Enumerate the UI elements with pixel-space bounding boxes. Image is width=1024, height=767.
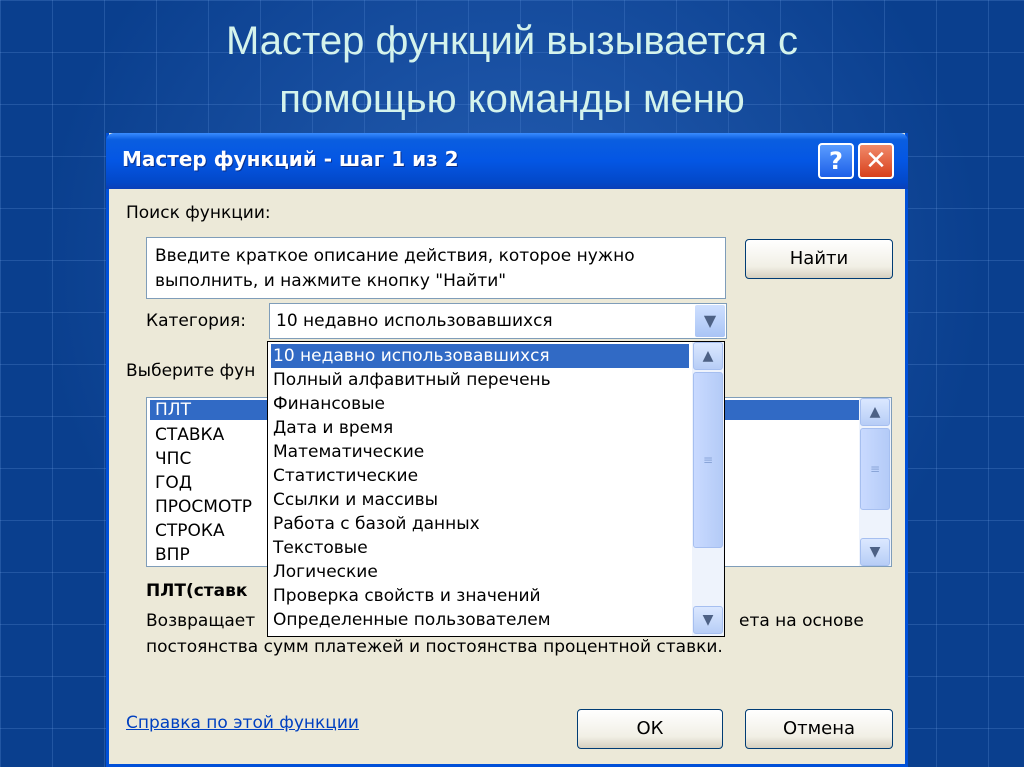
category-option[interactable]: Определенные пользователем xyxy=(271,608,551,632)
find-button[interactable]: Найти xyxy=(745,239,893,279)
category-dropdown-button[interactable]: ▼ xyxy=(695,305,725,337)
close-button[interactable]: ✕ xyxy=(858,143,894,179)
dropdown-scroll-down-button[interactable]: ▼ xyxy=(693,606,723,634)
category-dropdown-list[interactable]: 10 недавно использовавшихся Полный алфав… xyxy=(267,341,725,637)
function-wizard-dialog: Мастер функций - шаг 1 из 2 ? ✕ Поиск фу… xyxy=(106,133,908,767)
chevron-down-icon: ▼ xyxy=(869,544,881,560)
choose-function-label: Выберите фун xyxy=(126,361,256,381)
slide-title-line-1: Мастер функций вызывается с xyxy=(226,19,798,63)
function-description-end: ета на основе xyxy=(739,611,864,631)
dropdown-scroll-up-button[interactable]: ▲ xyxy=(693,342,723,370)
scroll-down-button[interactable]: ▼ xyxy=(860,538,890,566)
help-icon: ? xyxy=(829,147,843,175)
search-text-line-2: выполнить, и нажмите кнопку "Найти" xyxy=(155,271,507,291)
function-help-link[interactable]: Справка по этой функции xyxy=(126,713,359,733)
list-item[interactable]: ГОД xyxy=(155,473,192,493)
category-option[interactable]: Математические xyxy=(271,440,424,464)
category-option[interactable]: Ссылки и массивы xyxy=(271,488,438,512)
category-option[interactable]: Работа с базой данных xyxy=(271,512,480,536)
category-option[interactable]: Статистические xyxy=(271,464,418,488)
chevron-up-icon: ▲ xyxy=(869,404,881,420)
function-list-scrollbar[interactable]: ▲ ≡ ▼ xyxy=(859,398,891,566)
list-item[interactable]: СТАВКА xyxy=(155,425,224,445)
category-option[interactable]: 10 недавно использовавшихся xyxy=(271,344,689,368)
dropdown-scrollbar[interactable]: ▲ ≡ ▼ xyxy=(692,342,724,636)
category-option[interactable]: Текстовые xyxy=(271,536,368,560)
function-description-start: Возвращает xyxy=(146,611,256,631)
dialog-title: Мастер функций - шаг 1 из 2 xyxy=(122,147,459,171)
close-icon: ✕ xyxy=(865,146,887,176)
list-item[interactable]: ВПР xyxy=(155,545,190,565)
cancel-button[interactable]: Отмена xyxy=(745,709,893,749)
list-item[interactable]: СТРОКА xyxy=(155,521,225,541)
search-text-line-1: Введите краткое описание действия, котор… xyxy=(155,246,635,266)
grip-icon: ≡ xyxy=(702,453,714,467)
scroll-up-button[interactable]: ▲ xyxy=(860,398,890,426)
category-option[interactable]: Логические xyxy=(271,560,378,584)
chevron-down-icon: ▼ xyxy=(702,612,714,628)
chevron-down-icon: ▼ xyxy=(703,311,717,330)
category-label: Категория: xyxy=(146,311,246,331)
category-option[interactable]: Финансовые xyxy=(271,392,385,416)
list-item[interactable]: ПРОСМОТР xyxy=(155,497,252,517)
search-label: Поиск функции: xyxy=(126,203,271,223)
help-button[interactable]: ? xyxy=(818,143,854,179)
category-option[interactable]: Дата и время xyxy=(271,416,393,440)
function-description-line-2: постоянства сумм платежей и постоянства … xyxy=(146,637,723,657)
dropdown-scroll-thumb[interactable]: ≡ xyxy=(693,372,723,548)
category-option[interactable]: Проверка свойств и значений xyxy=(271,584,541,608)
list-item[interactable]: ЧПС xyxy=(155,449,191,469)
chevron-up-icon: ▲ xyxy=(702,348,714,364)
category-value: 10 недавно использовавшихся xyxy=(276,311,553,331)
scroll-thumb[interactable]: ≡ xyxy=(860,428,890,510)
dialog-titlebar[interactable]: Мастер функций - шаг 1 из 2 ? ✕ xyxy=(106,133,908,189)
search-input[interactable]: Введите краткое описание действия, котор… xyxy=(146,237,726,299)
function-signature: ПЛТ(ставк xyxy=(146,581,248,601)
ok-button[interactable]: ОК xyxy=(577,709,723,749)
grip-icon: ≡ xyxy=(869,462,881,476)
category-option[interactable]: Полный алфавитный перечень xyxy=(271,368,551,392)
category-select[interactable]: 10 недавно использовавшихся ▼ xyxy=(269,303,727,339)
